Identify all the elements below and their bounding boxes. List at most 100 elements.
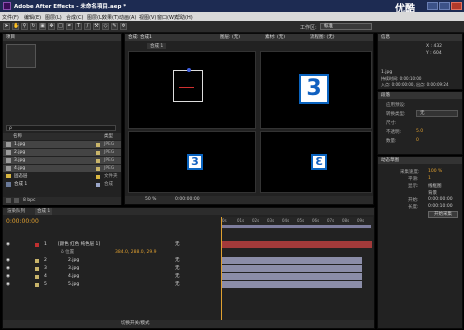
roto-tool-icon[interactable]: ✎ xyxy=(111,23,118,30)
eye-icon[interactable]: ◉ xyxy=(6,265,10,272)
project-search-input[interactable]: ρ xyxy=(6,125,116,131)
menu-window[interactable]: 窗口(W) xyxy=(157,14,176,21)
table-row[interactable]: ◉ 5 5.jpg 无 xyxy=(3,281,219,288)
layer-parent[interactable]: 无 xyxy=(175,241,180,248)
viewport-active-camera[interactable] xyxy=(128,51,256,129)
table-row[interactable]: ◉ 4 4.jpg 无 xyxy=(3,273,219,280)
motion-sketch-tab[interactable]: 动态草图 xyxy=(378,157,462,164)
layer-number: 5 xyxy=(44,282,47,287)
viewport-right[interactable]: 3 xyxy=(260,131,372,193)
tab-layer[interactable]: 图层: (无) xyxy=(220,34,240,41)
table-row[interactable]: ◉ 1 [颜色 红色 纯色层 1] 无 xyxy=(3,241,219,248)
list-item[interactable]: 4.jpg JPEG xyxy=(3,165,121,172)
info-x: X : 432 xyxy=(426,44,443,49)
paragraph-tab[interactable]: 段落 xyxy=(378,92,462,99)
menu-help[interactable]: 帮助(H) xyxy=(175,14,193,21)
eraser-tool-icon[interactable]: ◇ xyxy=(102,23,109,30)
viewport-left[interactable]: 3 xyxy=(128,131,256,193)
pen-tool-icon[interactable]: ✒ xyxy=(66,23,73,30)
menu-effect[interactable]: 效果(T) xyxy=(102,14,119,21)
selection-tool-icon[interactable]: ➤ xyxy=(3,23,10,30)
start-capture-button[interactable]: 开始采集 xyxy=(428,211,458,218)
menu-animation[interactable]: 动画(A) xyxy=(119,14,136,21)
channel-select[interactable]: 无 xyxy=(416,110,458,117)
menu-view[interactable]: 视图(V) xyxy=(139,14,156,21)
amount-value[interactable]: 0 xyxy=(416,138,419,143)
column-type[interactable]: 类型 xyxy=(104,133,113,140)
track-bar-4[interactable] xyxy=(222,273,362,280)
brush-tool-icon[interactable]: / xyxy=(84,23,91,30)
layer-name[interactable]: 4.jpg xyxy=(68,273,79,280)
layer-parent[interactable]: 无 xyxy=(175,265,180,272)
camera-tool-icon[interactable]: ▣ xyxy=(39,23,46,30)
menu-file[interactable]: 文件(F) xyxy=(2,14,19,21)
track-bar-3[interactable] xyxy=(222,265,362,272)
wireframe-checkbox[interactable]: 线框图 xyxy=(428,183,442,189)
eye-icon[interactable]: ◉ xyxy=(6,281,10,288)
puppet-tool-icon[interactable]: ✲ xyxy=(120,23,127,30)
list-item[interactable]: 3.jpg JPEG xyxy=(3,157,121,164)
maximize-button[interactable] xyxy=(439,2,450,10)
layer-name[interactable]: 3.jpg xyxy=(68,265,79,272)
layer-parent[interactable]: 无 xyxy=(175,281,180,288)
mask-tool-icon[interactable]: □ xyxy=(57,23,64,30)
minimize-button[interactable] xyxy=(427,2,438,10)
position-value[interactable]: 384.0, 288.0, 29.9 xyxy=(115,249,157,256)
folder-new-icon[interactable] xyxy=(14,198,19,203)
start-value: 0:00:00:00 xyxy=(428,197,453,202)
stamp-tool-icon[interactable]: ⚒ xyxy=(93,23,100,30)
text-tool-icon[interactable]: T xyxy=(75,23,82,30)
close-button[interactable] xyxy=(451,2,462,10)
tab-render-queue[interactable]: 渲染队列 xyxy=(7,208,25,215)
composition-subtab[interactable]: 合成 1 xyxy=(147,43,167,49)
background-checkbox[interactable]: 背景 xyxy=(428,190,437,196)
track-bar-1[interactable] xyxy=(222,241,372,248)
menu-composition[interactable]: 合成(C) xyxy=(66,14,83,21)
list-item[interactable]: 1.jpg JPEG xyxy=(3,141,121,148)
work-area-bar[interactable] xyxy=(221,225,371,228)
ruler-label-0s: 0s xyxy=(222,218,227,223)
project-tab[interactable]: 项目 xyxy=(3,34,121,41)
bpc-label[interactable]: 8 bpc xyxy=(23,197,35,205)
zoom-tool-icon[interactable]: ⚲ xyxy=(21,23,28,30)
trash-icon[interactable] xyxy=(6,198,11,203)
viewport-top[interactable]: 3 xyxy=(260,51,372,129)
pan-behind-tool-icon[interactable]: ✥ xyxy=(48,23,55,30)
list-item[interactable]: 合成 1 合成 xyxy=(3,181,121,188)
workspace-select[interactable]: 标准 xyxy=(320,23,372,30)
info-panel: 信息 X : 432 Y : 604 1.jpg 持续时间: 0:00:10:0… xyxy=(377,33,463,90)
toggle-switches-modes[interactable]: 切换开关/模式 xyxy=(121,320,150,328)
column-name[interactable]: 名称 xyxy=(13,133,22,140)
table-row[interactable]: ö 位置 384.0, 288.0, 29.9 xyxy=(3,249,219,256)
layer-parent[interactable]: 无 xyxy=(175,273,180,280)
rotate-tool-icon[interactable]: ↻ xyxy=(30,23,37,30)
layer-name[interactable]: [颜色 红色 纯色层 1] xyxy=(58,241,100,248)
track-bar-2[interactable] xyxy=(222,257,362,264)
list-item[interactable]: 2.jpg JPEG xyxy=(3,149,121,156)
eye-icon[interactable]: ◉ xyxy=(6,273,10,280)
table-row[interactable]: ◉ 3 3.jpg 无 xyxy=(3,265,219,272)
layer-name[interactable]: 5.jpg xyxy=(68,281,79,288)
smooth-value[interactable]: 1 xyxy=(428,176,431,181)
hand-tool-icon[interactable]: ✋ xyxy=(12,23,19,30)
capture-value[interactable]: 100 % xyxy=(428,169,442,174)
track-bar-5[interactable] xyxy=(222,281,362,288)
timeline-timecode[interactable]: 0:00:00:00 xyxy=(6,218,39,225)
opacity-value[interactable]: 5.0 xyxy=(416,129,423,134)
ruler-label-04s: 04s xyxy=(282,218,290,223)
tab-flowchart[interactable]: 流程图: (无) xyxy=(310,34,334,41)
tab-composition[interactable]: 合成: 合成1 xyxy=(128,34,152,41)
info-tab[interactable]: 信息 xyxy=(378,34,462,41)
tab-footage[interactable]: 素材: (无) xyxy=(265,34,285,41)
eye-icon[interactable]: ◉ xyxy=(6,241,10,248)
tab-comp1[interactable]: 合成 1 xyxy=(35,208,53,215)
eye-icon[interactable]: ◉ xyxy=(6,257,10,264)
list-item[interactable]: 固态层 文件夹 xyxy=(3,173,121,180)
zoom-value[interactable]: 50 % xyxy=(145,196,156,204)
layer-name[interactable]: 2.jpg xyxy=(68,257,79,264)
comp-timecode[interactable]: 0:00:00:00 xyxy=(175,196,200,204)
menu-layer-a[interactable]: 图层(L) xyxy=(45,14,62,21)
table-row[interactable]: ◉ 2 2.jpg 无 xyxy=(3,257,219,264)
menu-edit[interactable]: 编辑(E) xyxy=(24,14,41,21)
layer-parent[interactable]: 无 xyxy=(175,257,180,264)
